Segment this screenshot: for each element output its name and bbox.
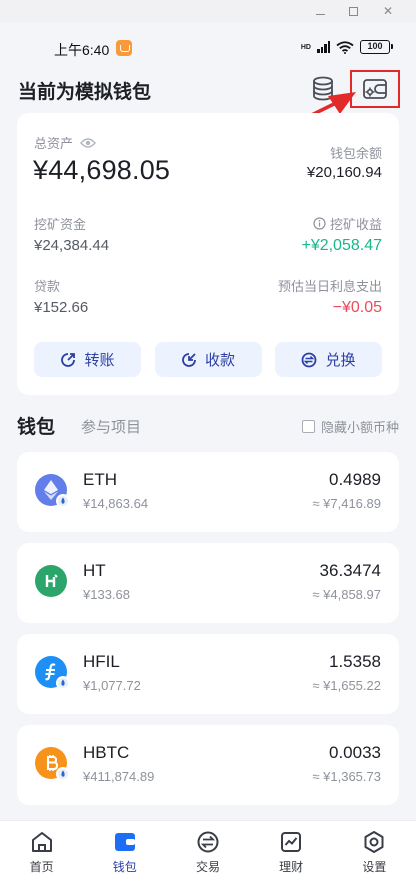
coin-row-eth[interactable]: ETH ¥14,863.64 0.4989 ≈ ¥7,416.89 <box>17 452 399 532</box>
nav-finance[interactable]: 理财 <box>261 830 321 875</box>
coin-price: ¥133.68 <box>83 587 130 602</box>
exchange-icon <box>302 352 317 367</box>
receive-button[interactable]: 收款 <box>154 342 262 377</box>
hide-small-checkbox[interactable] <box>301 420 315 433</box>
chain-badge-icon <box>56 494 70 508</box>
status-bar: 上午6:40 HD 100 <box>0 34 416 64</box>
wallet-icon <box>114 832 135 851</box>
coin-price: ¥14,863.64 <box>83 496 149 511</box>
nav-settings-label: 设置 <box>362 859 387 874</box>
chain-badge-icon <box>56 676 70 690</box>
nav-home-label: 首页 <box>29 859 54 874</box>
total-assets-label: 总资产 <box>34 136 74 151</box>
total-assets-value: ¥44,698.05 <box>33 155 171 185</box>
asset-actions: 转账 收款 兑换 <box>34 342 382 377</box>
transfer-button[interactable]: 转账 <box>34 342 141 377</box>
coin-symbol: HBTC <box>83 743 130 762</box>
coin-symbol: ETH <box>83 470 117 489</box>
battery-icon: 100 <box>360 40 393 54</box>
loan-value: ¥152.66 <box>34 299 89 316</box>
mining-fund-label: 挖矿资金 <box>34 217 87 232</box>
ht-logo-icon <box>35 565 67 597</box>
receive-icon <box>182 352 196 367</box>
wallet-tabs: 钱包 参与项目 隐藏小额币种 <box>17 412 399 440</box>
nav-finance-label: 理财 <box>279 859 304 874</box>
home-icon <box>31 831 52 852</box>
wallet-balance-label: 钱包余额 <box>329 146 382 161</box>
trade-icon <box>197 831 219 852</box>
bottom-nav: 首页 钱包 交易 理财 设置 <box>0 820 416 883</box>
coin-stack-icon[interactable] <box>308 74 338 104</box>
loan-label: 贷款 <box>34 279 61 294</box>
nav-home[interactable]: 首页 <box>12 830 72 875</box>
coin-fiat-value: ≈ ¥7,416.89 <box>312 496 381 511</box>
coin-fiat-value: ≈ ¥4,858.97 <box>312 587 381 602</box>
tab-projects[interactable]: 参与项目 <box>81 416 141 437</box>
nav-wallet-label: 钱包 <box>112 859 137 874</box>
mining-fund-value: ¥24,384.44 <box>34 237 110 254</box>
exchange-button[interactable]: 兑换 <box>275 342 382 377</box>
transfer-label: 转账 <box>84 352 115 369</box>
coin-amount: 0.4989 <box>329 470 381 489</box>
asset-card: 总资产 ¥44,698.05 钱包余额 ¥20,160.94 挖矿资金 ¥24,… <box>17 113 399 395</box>
settings-icon <box>364 830 384 853</box>
nav-trade[interactable]: 交易 <box>178 830 238 875</box>
signal-icon <box>317 41 330 53</box>
chain-badge-icon <box>56 767 70 781</box>
coin-fiat-value: ≈ ¥1,655.22 <box>312 678 381 693</box>
finance-icon <box>281 831 302 852</box>
coin-amount: 0.0033 <box>329 743 381 762</box>
mining-income-label-row: 挖矿收益 <box>313 214 382 233</box>
interest-value: −¥0.05 <box>332 299 382 316</box>
exchange-label: 兑换 <box>325 352 356 369</box>
transfer-icon <box>61 352 76 367</box>
hide-small-label: 隐藏小额币种 <box>320 420 399 435</box>
mining-income-value: +¥2,058.47 <box>301 237 382 254</box>
hide-small-toggle[interactable]: 隐藏小额币种 <box>301 417 399 436</box>
coin-price: ¥1,077.72 <box>83 678 141 693</box>
wallet-balance-value: ¥20,160.94 <box>306 164 382 181</box>
coin-price: ¥411,874.89 <box>83 769 155 784</box>
page-title: 当前为模拟钱包 <box>18 82 152 103</box>
coin-symbol: HFIL <box>83 652 120 671</box>
coin-fiat-value: ≈ ¥1,365.73 <box>312 769 381 784</box>
nav-trade-label: 交易 <box>195 859 220 874</box>
wallet-settings-button[interactable] <box>350 70 400 108</box>
nav-wallet[interactable]: 钱包 <box>95 830 155 875</box>
close-button[interactable]: ✕ <box>382 5 394 17</box>
receive-label: 收款 <box>204 352 235 369</box>
status-icons: HD 100 <box>300 40 393 54</box>
coin-amount: 1.5358 <box>329 652 381 671</box>
wifi-icon <box>336 40 354 54</box>
status-time: 上午6:40 <box>54 42 110 58</box>
info-icon[interactable] <box>313 217 326 230</box>
app-notification-icon <box>116 40 132 56</box>
eye-icon[interactable] <box>80 137 96 149</box>
header-actions <box>308 70 400 108</box>
network-type-label: HD <box>300 43 311 51</box>
coin-row-hbtc[interactable]: HBTC ¥411,874.89 0.0033 ≈ ¥1,365.73 <box>17 725 399 805</box>
minimize-button[interactable] <box>316 8 325 15</box>
maximize-button[interactable] <box>349 6 358 16</box>
window-chrome: ✕ <box>0 0 416 22</box>
interest-label: 预估当日利息支出 <box>277 279 382 294</box>
tab-wallet[interactable]: 钱包 <box>17 412 55 439</box>
nav-settings[interactable]: 设置 <box>344 830 404 875</box>
coin-row-ht[interactable]: HT ¥133.68 36.3474 ≈ ¥4,858.97 <box>17 543 399 623</box>
total-assets-label-row: 总资产 <box>34 133 96 152</box>
mining-income-label: 挖矿收益 <box>329 217 382 232</box>
coin-amount: 36.3474 <box>319 561 381 580</box>
coin-symbol: HT <box>83 561 106 580</box>
wallet-settings-icon <box>363 79 387 99</box>
coin-row-hfil[interactable]: HFIL ¥1,077.72 1.5358 ≈ ¥1,655.22 <box>17 634 399 714</box>
